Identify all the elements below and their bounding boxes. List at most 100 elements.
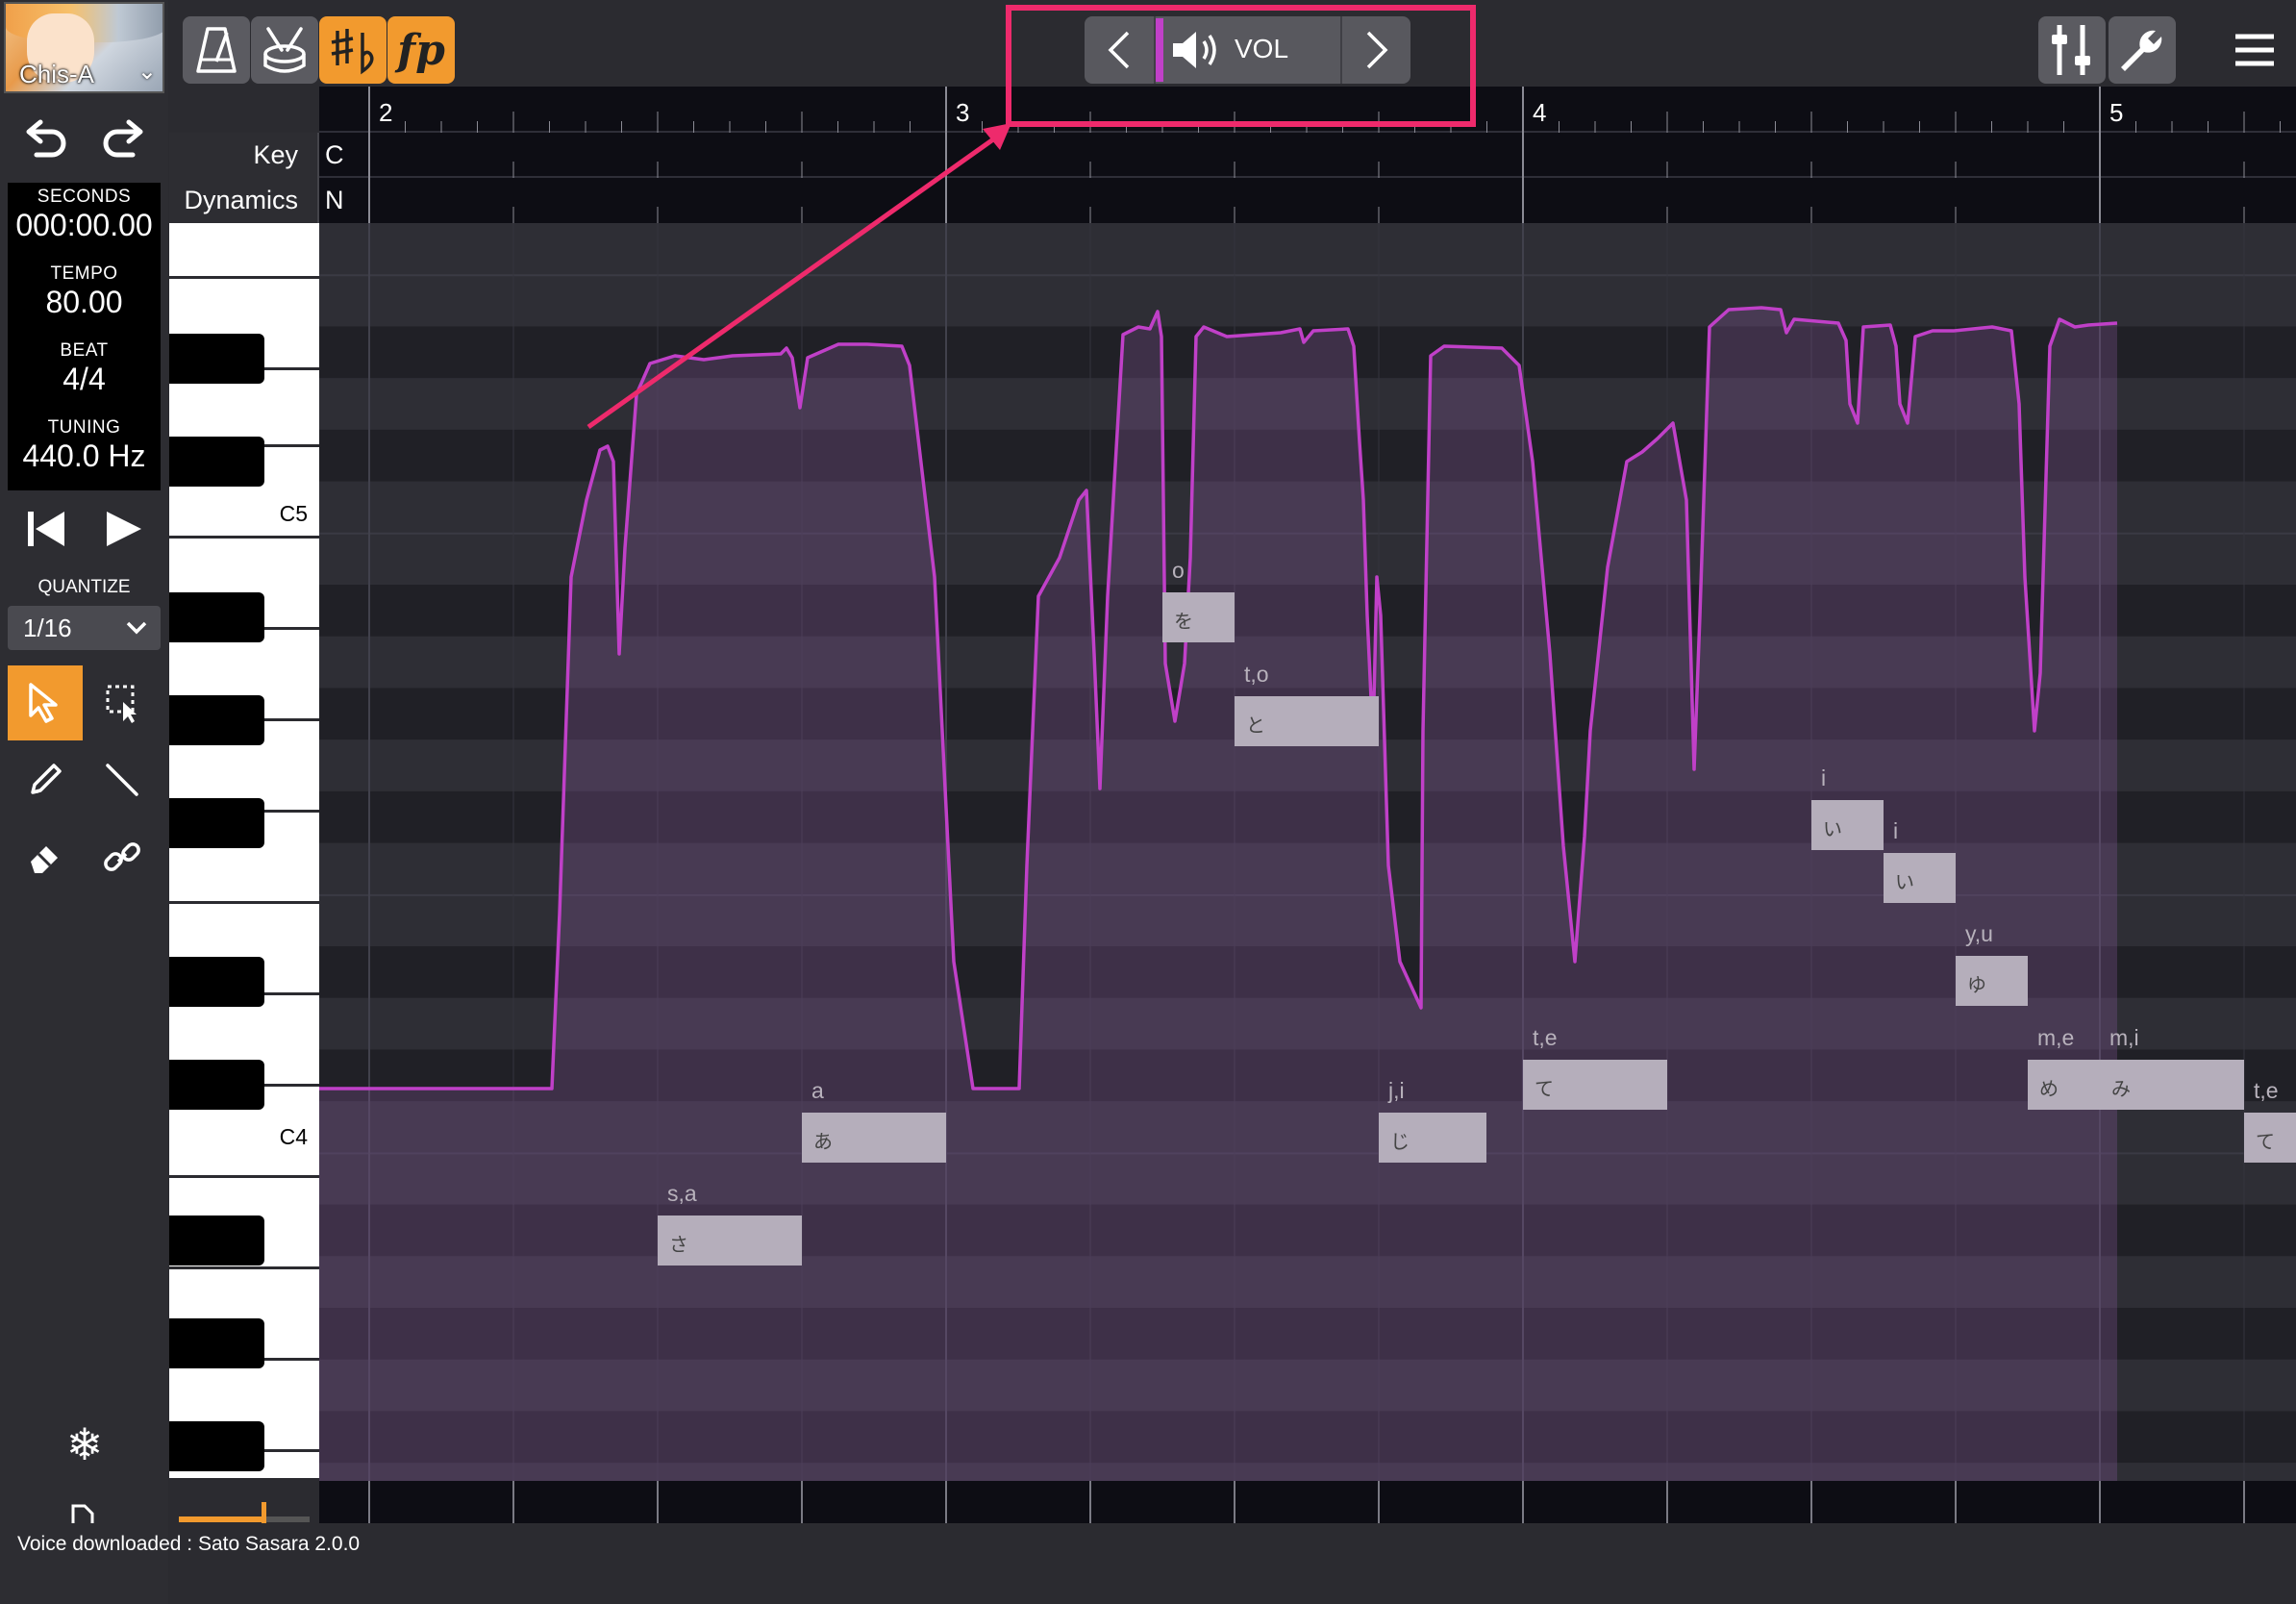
pointer-icon xyxy=(29,683,58,723)
note-lyric: あ xyxy=(813,1132,833,1153)
settings-button[interactable] xyxy=(2109,16,2176,84)
note[interactable]: y,u ゆ xyxy=(1956,921,2028,1006)
link-icon xyxy=(104,842,140,871)
drum-icon xyxy=(263,27,306,73)
wrench-icon xyxy=(2121,30,2162,71)
note-phoneme: m,i xyxy=(2109,1025,2139,1050)
quantize-value: 1/16 xyxy=(23,613,72,642)
note-phoneme: a xyxy=(811,1078,824,1103)
note-lyric: と xyxy=(1246,715,1265,737)
note-lyric: て xyxy=(1535,1079,1554,1100)
beat-label: BEAT xyxy=(60,340,109,361)
tuning-label: TUNING xyxy=(47,417,121,438)
note[interactable]: m,e め xyxy=(2028,1025,2100,1110)
eraser-icon xyxy=(31,846,58,873)
note-lyric: い xyxy=(1823,819,1842,840)
piano-keyboard[interactable]: C5 C4 xyxy=(169,223,319,1481)
note-lyric: み xyxy=(2111,1079,2131,1100)
left-panel: Chis-A ⌄ SECONDS 000:00.00 TEMPO 80.00 BEA… xyxy=(0,0,168,1604)
octave-label-c5: C5 xyxy=(279,501,308,526)
note-lyric: て xyxy=(2256,1132,2275,1153)
file-icon[interactable] xyxy=(63,1502,102,1523)
note[interactable]: i い xyxy=(1811,765,1884,850)
seconds-label: SECONDS xyxy=(37,187,132,207)
zoom-slider-handle[interactable] xyxy=(262,1502,266,1523)
quantize-select[interactable]: 1/16 xyxy=(8,606,161,650)
note[interactable]: j,i じ xyxy=(1379,1078,1486,1163)
note[interactable]: s,a さ xyxy=(658,1181,802,1266)
note-lyric: を xyxy=(1174,612,1193,633)
note-phoneme: m,e xyxy=(2037,1025,2075,1050)
note[interactable]: t,e て xyxy=(2244,1078,2296,1163)
singer-name: Chis-A xyxy=(19,60,95,88)
bar-number: 5 xyxy=(2109,98,2124,127)
tempo-label: TEMPO xyxy=(50,263,118,284)
piano-roll[interactable]: s,a さ a あ o を t,o と j,i じ t,e て i い i い … xyxy=(319,223,2296,1481)
mixer-icon xyxy=(2052,25,2090,75)
note[interactable]: t,e て xyxy=(1523,1025,1667,1110)
metronome-icon xyxy=(196,27,237,73)
beat-value[interactable]: 4/4 xyxy=(8,362,161,397)
dynamics-label: Dynamics xyxy=(184,186,298,214)
zoom-slider-fill xyxy=(179,1516,265,1522)
bar-number: 4 xyxy=(1533,98,1547,127)
eraser-tool[interactable] xyxy=(8,819,83,894)
metronome-button[interactable] xyxy=(183,16,250,84)
chevron-down-icon: ⌄ xyxy=(137,59,157,85)
key-signature-button[interactable] xyxy=(319,16,387,84)
bottom-ruler xyxy=(319,1481,2296,1523)
tempo-value[interactable]: 80.00 xyxy=(8,285,161,320)
note-lyric: じ xyxy=(1390,1132,1410,1153)
line-tool[interactable] xyxy=(85,742,160,817)
dynamics-row[interactable]: Dynamics N xyxy=(169,178,2296,223)
box-select-icon xyxy=(106,685,137,723)
note-phoneme: j,i xyxy=(1388,1078,1405,1103)
key-label: Key xyxy=(253,140,298,169)
rewind-icon[interactable] xyxy=(19,502,73,556)
mixer-button[interactable] xyxy=(2038,16,2106,84)
snowflake-icon[interactable]: ❄ xyxy=(54,1414,115,1475)
line-icon xyxy=(106,764,138,796)
note-lyric: い xyxy=(1895,872,1914,893)
note-lyric: め xyxy=(2039,1079,2059,1100)
redo-icon[interactable] xyxy=(96,111,150,164)
key-row[interactable]: Key C xyxy=(169,133,2296,178)
note-phoneme: i xyxy=(1821,765,1827,790)
pencil-tool[interactable] xyxy=(8,742,83,817)
bar-number: 2 xyxy=(379,98,393,127)
highlight-annotation-box xyxy=(1006,5,1476,127)
forte-piano-icon: fp xyxy=(397,25,445,75)
note-phoneme: t,o xyxy=(1244,662,1269,687)
menu-icon[interactable] xyxy=(2221,16,2288,84)
note[interactable]: t,o と xyxy=(1235,662,1379,746)
note-lyric: ゆ xyxy=(1967,975,1986,996)
link-tool[interactable] xyxy=(85,819,160,894)
note[interactable]: i い xyxy=(1884,818,1956,903)
note-phoneme: i xyxy=(1893,818,1899,843)
note-phoneme: o xyxy=(1172,558,1185,583)
note[interactable]: m,i み xyxy=(2100,1025,2244,1110)
pencil-icon xyxy=(31,764,62,794)
note-phoneme: t,e xyxy=(1533,1025,1558,1050)
seconds-value: 000:00.00 xyxy=(15,208,153,242)
note[interactable]: a あ xyxy=(802,1078,946,1163)
readouts-panel: SECONDS 000:00.00 TEMPO 80.00 BEAT 4/4 TUNI… xyxy=(8,183,161,490)
play-icon[interactable] xyxy=(96,502,150,556)
pointer-tool[interactable] xyxy=(8,665,83,740)
note-phoneme: t,e xyxy=(2254,1078,2279,1103)
tuning-value[interactable]: 440.0 Hz xyxy=(8,439,161,474)
note-phoneme: y,u xyxy=(1965,921,1993,946)
undo-icon[interactable] xyxy=(19,111,73,164)
box-select-tool[interactable] xyxy=(85,665,160,740)
sharp-flat-icon xyxy=(331,29,374,75)
octave-label-c4: C4 xyxy=(279,1124,308,1149)
quantize-label: QUANTIZE xyxy=(37,577,131,597)
status-message: Voice downloaded : Sato Sasara 2.0.0 xyxy=(17,1533,361,1555)
note-phoneme: s,a xyxy=(667,1181,697,1206)
chevron-down-icon xyxy=(126,621,147,635)
dynamics-button[interactable]: fp xyxy=(387,16,455,84)
bar-number: 3 xyxy=(956,98,970,127)
singer-avatar[interactable]: Chis-A ⌄ xyxy=(4,2,164,93)
note[interactable]: o を xyxy=(1162,558,1235,642)
drum-button[interactable] xyxy=(251,16,318,84)
